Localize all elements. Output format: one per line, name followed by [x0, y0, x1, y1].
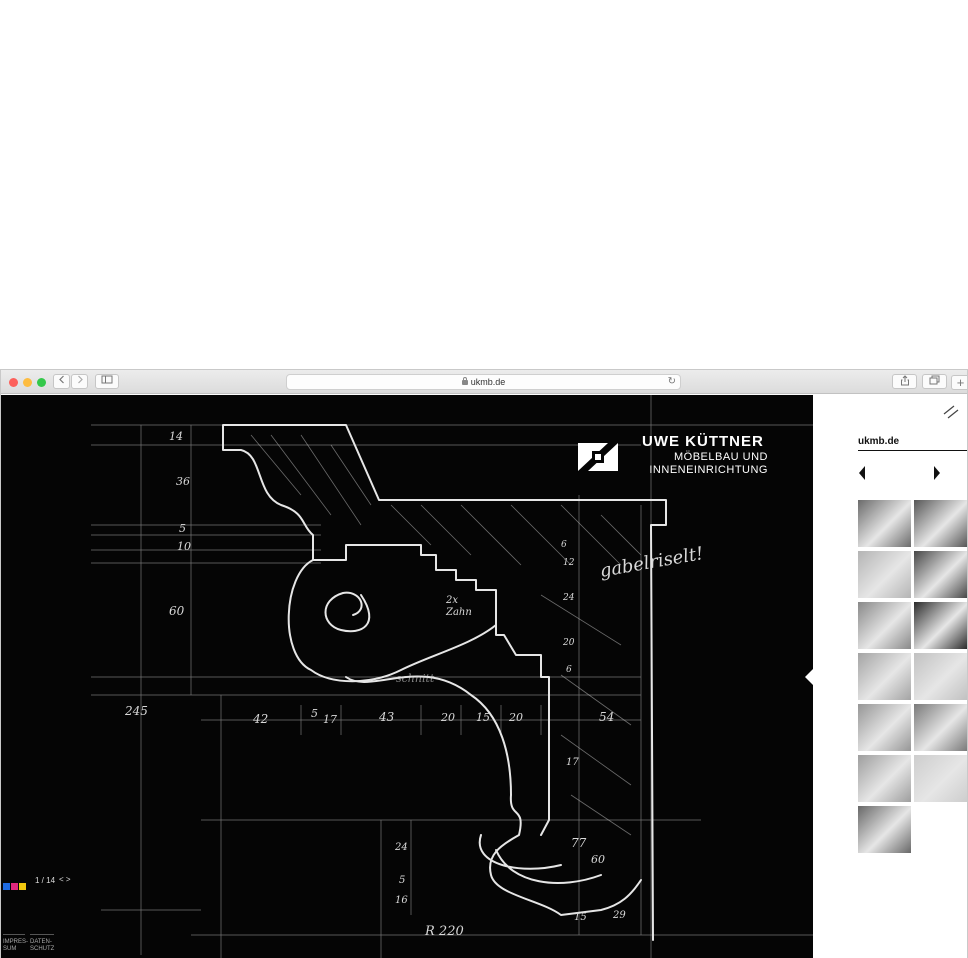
- impressum-line-2: SUM: [3, 946, 17, 952]
- tabs-icon: [929, 375, 940, 385]
- maximize-window-button[interactable]: [37, 378, 46, 387]
- impressum-link[interactable]: IMPRES- SUM: [3, 934, 29, 953]
- sketch-note-schnitt: schnitt: [396, 672, 435, 685]
- impressum-line-1: IMPRES-: [3, 939, 29, 945]
- plus-icon: +: [956, 375, 965, 390]
- sketch-note-radius: R 220: [424, 924, 464, 939]
- minimize-window-button[interactable]: [23, 378, 32, 387]
- gallery-thumb-2[interactable]: [914, 500, 967, 547]
- gallery-thumb-7[interactable]: [858, 653, 911, 700]
- brand-logo[interactable]: UWE KÜTTNER MÖBELBAU UND INNENEINRICHTUN…: [574, 433, 774, 479]
- dim-10: 43: [378, 710, 395, 724]
- gallery-thumb-13[interactable]: [858, 806, 911, 853]
- dim-20: 17: [566, 757, 579, 768]
- share-icon: [900, 375, 909, 386]
- dim-21: 77: [571, 836, 587, 850]
- dim-15: 6: [561, 540, 567, 550]
- dim-25: 24: [394, 842, 408, 853]
- dim-23: 15: [574, 912, 587, 923]
- gallery-thumb-3[interactable]: [858, 551, 911, 598]
- dim-9: 17: [323, 713, 337, 726]
- sketch-note-zahn-1: 2x: [445, 595, 458, 606]
- dim-22: 60: [591, 853, 605, 866]
- share-button[interactable]: [892, 374, 917, 389]
- address-bar[interactable]: ukmb.de ↻: [286, 374, 681, 390]
- gallery-thumb-4[interactable]: [914, 551, 967, 598]
- datenschutz-line-1: DATEN-: [30, 939, 52, 945]
- dim-19: 6: [566, 665, 572, 675]
- new-tab-button[interactable]: +: [951, 375, 967, 390]
- brand-tagline-2: INNENEINRICHTUNG: [649, 464, 768, 476]
- datenschutz-link[interactable]: DATEN- SCHUTZ: [30, 934, 54, 953]
- panel-divider: [858, 450, 967, 451]
- cube-logo-icon: [578, 443, 618, 471]
- panel-next-arrow[interactable]: [934, 466, 940, 480]
- dim-6: 245: [124, 704, 148, 718]
- sidebar-icon: [101, 375, 113, 384]
- lock-icon: [461, 377, 468, 385]
- gallery-thumb-1[interactable]: [858, 500, 911, 547]
- swatch-magenta[interactable]: [11, 883, 18, 890]
- dim-11: 20: [440, 711, 455, 724]
- slide-nav-arrows[interactable]: < >: [59, 875, 71, 884]
- panel-prev-arrow[interactable]: [859, 466, 865, 480]
- dim-1: 14: [169, 430, 183, 443]
- dim-4: 10: [177, 540, 191, 553]
- back-button[interactable]: [53, 374, 70, 389]
- gallery-thumb-8[interactable]: [914, 653, 967, 700]
- reload-icon[interactable]: ↻: [668, 375, 676, 389]
- dim-14: 54: [599, 710, 614, 724]
- panel-title[interactable]: ukmb.de: [858, 436, 899, 447]
- dim-18: 20: [562, 638, 575, 648]
- dim-17: 24: [562, 593, 575, 603]
- side-panel: ukmb.de: [813, 395, 967, 958]
- sketch-note-zahn-2: Zahn: [445, 607, 472, 618]
- address-text: ukmb.de: [470, 377, 506, 387]
- dim-8: 5: [311, 707, 318, 720]
- double-slash-icon[interactable]: [942, 404, 960, 420]
- gallery-thumb-10[interactable]: [914, 704, 967, 751]
- color-swatches: [3, 877, 27, 890]
- dim-5: 60: [169, 604, 185, 618]
- chevron-right-icon: [77, 375, 83, 384]
- dim-12: 15: [476, 711, 490, 724]
- swatch-blue[interactable]: [3, 883, 10, 890]
- gallery-thumb-11[interactable]: [858, 755, 911, 802]
- dim-27: 16: [395, 895, 408, 906]
- chevron-left-icon: [58, 375, 64, 384]
- gallery-thumb-9[interactable]: [858, 704, 911, 751]
- dim-26: 5: [399, 875, 405, 886]
- close-window-button[interactable]: [9, 378, 18, 387]
- dim-3: 5: [179, 522, 186, 535]
- dim-13: 20: [508, 711, 523, 724]
- sidebar-toggle-button[interactable]: [95, 374, 119, 389]
- swatch-yellow[interactable]: [19, 883, 26, 890]
- dim-2: 36: [176, 475, 190, 488]
- dim-16: 12: [563, 558, 575, 568]
- gallery-thumb-12[interactable]: [914, 755, 967, 802]
- gallery-thumb-5[interactable]: [858, 602, 911, 649]
- slide-counter: 1 / 14: [35, 876, 56, 885]
- browser-toolbar: ukmb.de ↻ +: [1, 370, 967, 394]
- datenschutz-line-2: SCHUTZ: [30, 946, 55, 952]
- dim-24: 29: [612, 910, 626, 921]
- browser-window: ukmb.de ↻ + gabelriselt! 2x Zahn schnitt…: [0, 369, 968, 958]
- forward-button[interactable]: [71, 374, 88, 389]
- furniture-sketch-image: gabelriselt! 2x Zahn schnitt R 220 14 36…: [91, 395, 813, 958]
- dim-7: 42: [252, 712, 268, 726]
- gallery-thumb-6[interactable]: [914, 602, 967, 649]
- brand-tagline-1: MÖBELBAU UND: [673, 451, 768, 463]
- tabs-overview-button[interactable]: [922, 374, 947, 389]
- slideshow-stage: gabelriselt! 2x Zahn schnitt R 220 14 36…: [1, 395, 813, 958]
- brand-name: UWE KÜTTNER: [642, 433, 764, 450]
